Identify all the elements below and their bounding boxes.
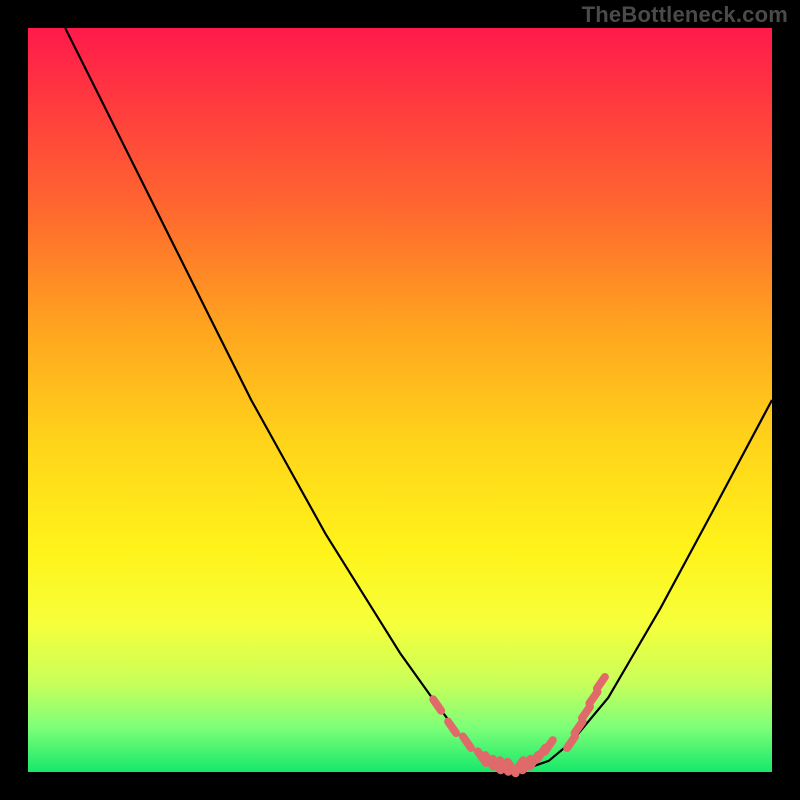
marker-dash [433,699,441,711]
marker-dash [582,707,590,719]
marker-dash [597,677,605,689]
marker-dash [589,692,597,703]
bottleneck-curve-line [65,28,772,768]
marker-dash [463,737,471,749]
marker-dash [545,740,553,752]
marker-dash [567,737,575,749]
plot-area [28,28,772,772]
highlighted-markers [433,677,605,773]
watermark-text: TheBottleneck.com [582,2,788,28]
chart-svg [28,28,772,772]
chart-frame: TheBottleneck.com [0,0,800,800]
marker-dash [448,722,456,734]
